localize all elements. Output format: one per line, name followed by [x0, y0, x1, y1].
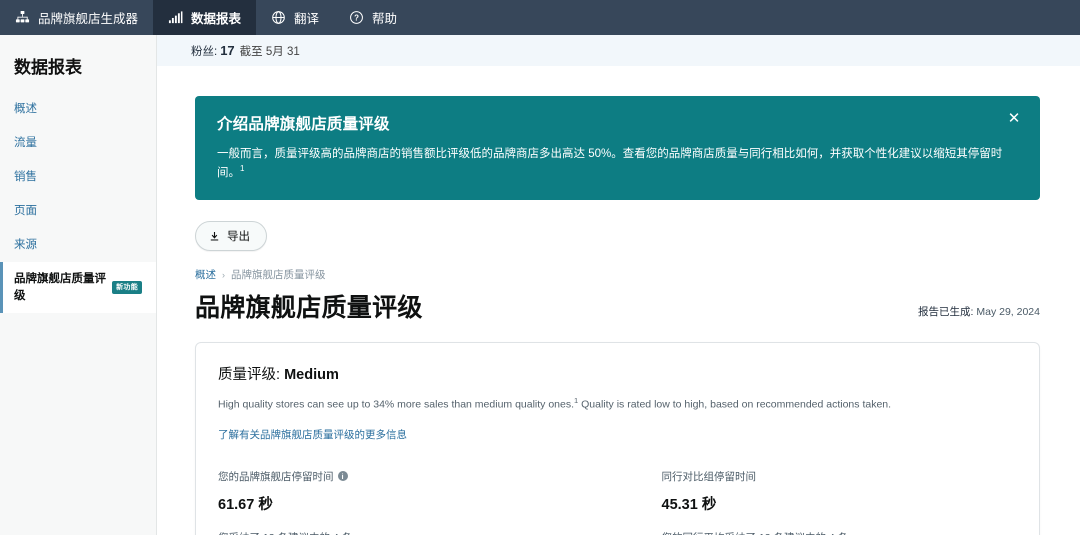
download-icon [209, 231, 220, 242]
info-icon[interactable]: i [337, 471, 348, 482]
followers-label: 粉丝: [191, 45, 218, 58]
metric-peer-group-dwell-time: 同行对比组停留时间 45.31 秒 您的同行平均采纳了 13 条建议中的 4 条… [618, 469, 1018, 535]
quality-rating-description-text: High quality stores can see up to 34% mo… [218, 398, 575, 411]
quality-rating-description-rest: Quality is rated low to high, based on r… [578, 398, 892, 411]
banner-footnote-marker: 1 [240, 164, 245, 174]
report-generated-label: 报告已生成: [918, 306, 974, 319]
bar-chart-icon [168, 10, 183, 25]
sidebar-item-sources[interactable]: 来源 [0, 228, 156, 262]
export-button-label: 导出 [227, 231, 250, 244]
nav-item-store-builder[interactable]: 品牌旗舰店生成器 [0, 0, 153, 35]
sidebar-item-sales-label: 销售 [14, 171, 37, 184]
metric-value: 61.67 秒 [218, 496, 273, 513]
breadcrumb-item-overview[interactable]: 概述 [195, 267, 216, 282]
banner-body-text: 一般而言，质量评级高的品牌商店的销售额比评级低的品牌商店多出高达 50%。查看您… [217, 148, 1003, 180]
export-button[interactable]: 导出 [195, 221, 267, 252]
sidebar-item-overview[interactable]: 概述 [0, 92, 156, 126]
metric-subtext: 您采纳了 13 条建议中的 4 条 [218, 530, 578, 535]
metric-your-store-dwell-time: 您的品牌旗舰店停留时间 i 61.67 秒 您采纳了 13 条建议中的 4 条 … [218, 469, 618, 535]
metric-label-text: 您的品牌旗舰店停留时间 [218, 470, 334, 483]
quality-rating-heading: 质量评级: Medium [218, 363, 1017, 384]
sidebar-item-traffic-label: 流量 [14, 137, 37, 150]
metric-subtext: 您的同行平均采纳了 13 条建议中的 4 条 [662, 530, 1018, 535]
sidebar-item-pages-label: 页面 [14, 205, 37, 218]
sidebar-title: 数据报表 [14, 58, 82, 77]
report-generated: 报告已生成: May 29, 2024 [918, 304, 1040, 324]
feature-announcement-banner: 介绍品牌旗舰店质量评级 一般而言，质量评级高的品牌商店的销售额比评级低的品牌商店… [195, 96, 1040, 201]
nav-item-reports-label: 数据报表 [191, 12, 242, 26]
quality-rating-label: 质量评级: [218, 367, 281, 384]
nav-item-store-builder-label: 品牌旗舰店生成器 [38, 12, 139, 26]
nav-item-translate[interactable]: 翻译 [256, 0, 334, 35]
sidebar-item-overview-label: 概述 [14, 103, 37, 115]
globe-icon [271, 10, 286, 25]
nav-item-reports[interactable]: 数据报表 [153, 0, 257, 35]
nav-item-translate-label: 翻译 [294, 12, 320, 26]
new-feature-badge: 新功能 [112, 281, 142, 295]
nav-item-help[interactable]: ? 帮助 [334, 0, 412, 35]
quality-rating-card: 质量评级: Medium High quality stores can see… [195, 342, 1040, 535]
followers-as-of: 截至 5月 31 [239, 45, 300, 58]
sidebar: 数据报表 概述 流量 销售 页面 来源 品牌旗舰店质量评级 新功能 [0, 35, 157, 535]
sidebar-item-store-quality-rating-label: 品牌旗舰店质量评级 [14, 273, 106, 302]
svg-text:?: ? [354, 14, 359, 23]
quality-rating-value: Medium [284, 367, 339, 384]
sidebar-item-pages[interactable]: 页面 [0, 194, 156, 228]
report-generated-date: May 29, 2024 [976, 306, 1040, 319]
metric-label: 您的品牌旗舰店停留时间 i [218, 469, 578, 484]
sidebar-item-sources-label: 来源 [14, 239, 37, 252]
metric-label-text: 同行对比组停留时间 [661, 470, 757, 483]
followers-count: 17 [220, 43, 235, 58]
metric-value: 45.31 秒 [661, 496, 717, 513]
metrics-row: 您的品牌旗舰店停留时间 i 61.67 秒 您采纳了 13 条建议中的 4 条 … [218, 469, 1017, 535]
sidebar-item-sales[interactable]: 销售 [0, 160, 156, 194]
close-icon[interactable]: ✕ [1004, 108, 1024, 128]
nav-item-help-label: 帮助 [372, 12, 398, 26]
page-header: 品牌旗舰店质量评级 报告已生成: May 29, 2024 [195, 288, 1040, 324]
breadcrumb-item-current: 品牌旗舰店质量评级 [231, 269, 326, 282]
main-content: 粉丝: 17 截至 5月 31 介绍品牌旗舰店质量评级 一般而言，质量评级高的品… [157, 35, 1080, 535]
quality-rating-description: High quality stores can see up to 34% mo… [218, 395, 1017, 413]
breadcrumb: 概述 › 品牌旗舰店质量评级 [195, 267, 1040, 282]
breadcrumb-separator-icon: › [222, 269, 225, 280]
page-title: 品牌旗舰店质量评级 [195, 294, 423, 323]
top-navigation-bar: 品牌旗舰店生成器 数据报表 翻译 ? 帮助 [0, 0, 1080, 35]
followers-summary-bar: 粉丝: 17 截至 5月 31 [157, 35, 1080, 66]
sidebar-item-store-quality-rating[interactable]: 品牌旗舰店质量评级 新功能 [0, 262, 156, 313]
metric-label: 同行对比组停留时间 [662, 469, 1018, 484]
banner-title: 介绍品牌旗舰店质量评级 [217, 116, 390, 133]
toolbar: 导出 [195, 221, 1040, 252]
store-builder-icon [15, 10, 30, 25]
banner-body: 一般而言，质量评级高的品牌商店的销售额比评级低的品牌商店多出高达 50%。查看您… [217, 146, 1018, 182]
question-circle-icon: ? [349, 10, 364, 25]
learn-more-link[interactable]: 了解有关品牌旗舰店质量评级的更多信息 [218, 427, 407, 442]
sidebar-item-traffic[interactable]: 流量 [0, 126, 156, 160]
